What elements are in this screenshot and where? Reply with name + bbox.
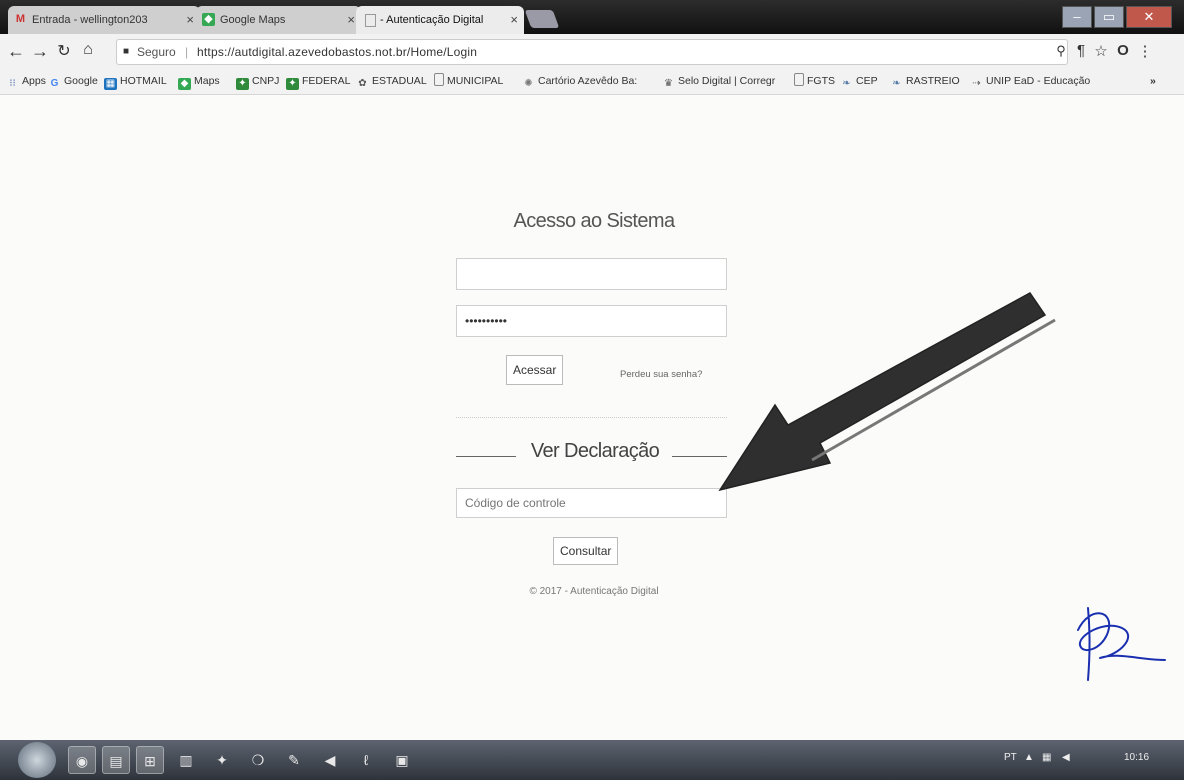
bookmark-google[interactable]: G Google [48,68,98,94]
zoom-icon[interactable]: ⚲ [1052,43,1070,59]
section-divider [456,417,727,418]
close-tab-icon[interactable]: × [510,6,518,34]
close-window-button[interactable]: ✕ [1126,6,1172,28]
bookmark-unip[interactable]: ⇢ UNIP EaD - Educação [970,68,1090,94]
tab-gmail[interactable]: M Entrada - wellington203 × [8,6,200,34]
username-input[interactable] [456,258,727,290]
tool-icon[interactable]: ✎ [280,746,308,774]
handwritten-signature [1077,607,1166,681]
tab-title: - Autenticação Digital [380,14,484,26]
app-icon[interactable]: ⊞ [136,746,164,774]
tab-title: Google Maps [220,14,286,26]
cartorio-icon: ✺ [524,78,533,89]
page-icon [365,14,376,27]
bookmark-star-icon[interactable]: ☆ [1092,42,1110,60]
maximize-button[interactable]: ▭ [1094,6,1124,28]
bookmark-cep[interactable]: ❧ CEP [840,68,877,94]
declaration-title: Ver Declaração [530,440,660,462]
hotmail-icon: ▦ [104,78,117,90]
federal-icon: ✦ [286,78,299,90]
start-button[interactable] [18,742,56,778]
tray-network-icon[interactable]: ▦ [1042,752,1051,763]
bookmark-municipal[interactable]: MUNICIPAL [434,68,503,94]
reload-icon[interactable]: ↻ [54,41,74,61]
close-tab-icon[interactable]: × [347,6,355,34]
cep-icon: ❧ [842,78,851,89]
declaration-rule-left [456,456,516,457]
close-tab-icon[interactable]: × [186,6,194,34]
control-code-input[interactable] [456,488,727,518]
more-bookmarks-icon[interactable]: » [1150,68,1156,94]
password-input[interactable] [456,305,727,337]
notes-icon[interactable]: ❍ [244,746,272,774]
page-icon [794,73,804,86]
key-icon[interactable]: ¶ [1072,42,1090,59]
tray-arrow-icon[interactable]: ▲ [1024,752,1034,763]
footer-copyright: © 2017 - Autenticação Digital [529,586,659,597]
maps-icon: ◆ [178,78,191,90]
address-separator: | [185,45,189,59]
opera-extension-icon[interactable]: O [1114,42,1132,59]
bookmark-federal[interactable]: ✦ FEDERAL [286,68,350,94]
rastreio-icon: ❧ [892,78,901,89]
cnpj-icon: ✦ [236,78,249,90]
consultar-button[interactable]: Consultar [553,537,619,565]
gmail-icon: M [15,13,26,25]
tab-google-maps[interactable]: ◆ Google Maps × [196,6,361,34]
tab-autenticacao-digital[interactable]: - Autenticação Digital × [356,6,524,34]
annotation-arrow-icon [718,292,1056,492]
chrome-icon[interactable]: ◉ [68,746,96,774]
apps-grid-icon: ⁝⁝ [9,78,16,89]
browser-toolbar: ← → ↻ ⌂ ■ Seguro | https://autdigital.az… [0,34,1184,69]
tray-volume-icon[interactable]: ◀ [1062,752,1070,763]
calculator-icon[interactable]: ▥ [172,746,200,774]
google-icon: G [50,78,59,89]
tab-title: Entrada - wellington203 [32,14,148,26]
back-icon[interactable]: ← [6,41,26,62]
home-icon[interactable]: ⌂ [78,41,98,59]
sound-app-icon[interactable]: ◀ [316,746,344,774]
address-bar[interactable]: ■ Seguro | https://autdigital.azevedobas… [116,39,1068,65]
page-icon [434,73,444,86]
unip-icon: ⇢ [972,78,981,89]
bookmark-cartorio[interactable]: ✺ Cartório Azevêdo Ba: [522,68,637,94]
selo-icon: ♛ [664,78,673,89]
pdf-icon[interactable]: ✦ [208,746,236,774]
new-tab-button[interactable] [524,10,560,28]
lock-icon: ■ [123,46,130,57]
feather-icon[interactable]: ℓ [352,746,380,774]
bookmark-maps[interactable]: ◆ Maps [178,68,220,94]
explorer-icon[interactable]: ▤ [102,746,130,774]
tray-language[interactable]: PT [1004,752,1017,763]
browser-tab-strip: M Entrada - wellington203 × ◆ Google Map… [0,0,1184,34]
estadual-icon: ✿ [358,78,367,89]
bookmark-selo-digital[interactable]: ♛ Selo Digital | Corregr [662,68,775,94]
settings-icon[interactable]: ▣ [388,746,416,774]
bookmark-apps[interactable]: ⁝⁝ Apps [6,68,46,94]
tray-clock[interactable]: 10:16 [1124,752,1149,763]
bookmark-fgts[interactable]: FGTS [794,68,835,94]
login-title: Acesso ao Sistema [513,210,676,232]
forgot-password-link[interactable]: Perdeu sua senha? [620,369,702,380]
maps-icon: ◆ [202,13,215,26]
acessar-button[interactable]: Acessar [506,355,564,385]
menu-icon[interactable]: ⋮ [1136,42,1154,60]
security-label: Seguro [137,45,176,59]
bookmark-rastreio[interactable]: ❧ RASTREIO [890,68,959,94]
minimize-button[interactable]: – [1062,6,1092,28]
bookmarks-bar: ⁝⁝ Apps G Google ▦ HOTMAIL ◆ Maps ✦ CNPJ ✦ FED… [0,68,1184,95]
forward-icon[interactable]: → [30,41,50,62]
url-text[interactable]: https://autdigital.azevedobastos.not.br/… [197,40,477,64]
bookmark-hotmail[interactable]: ▦ HOTMAIL [104,68,167,94]
bookmark-cnpj[interactable]: ✦ CNPJ [236,68,279,94]
windows-taskbar: ◉ ▤ ⊞ ▥ ✦ ❍ ✎ ◀ ℓ ▣ PT ▲ ▦ ◀ 10:16 [0,740,1184,780]
bookmark-estadual[interactable]: ✿ ESTADUAL [356,68,426,94]
